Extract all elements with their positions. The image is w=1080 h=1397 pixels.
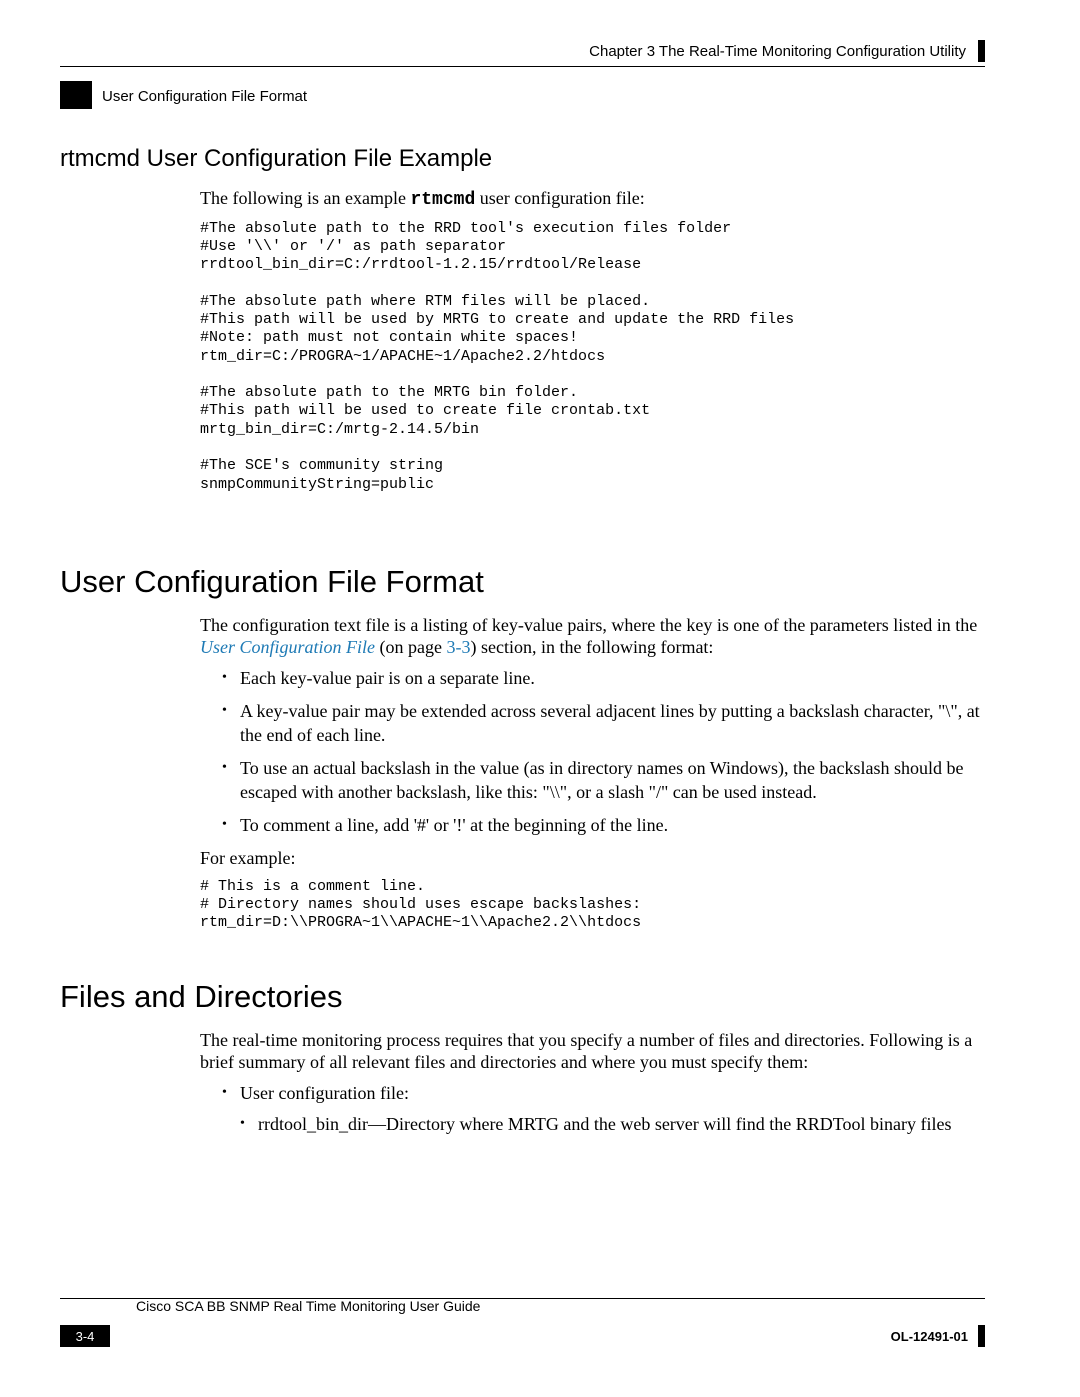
footer-page-box: 3-4 — [60, 1325, 110, 1347]
subheader-text: User Configuration File Format — [102, 86, 307, 105]
code-block-example2: # This is a comment line. # Directory na… — [200, 878, 985, 933]
intro-post: user configuration file: — [475, 188, 644, 208]
bullet-item: Each key-value pair is on a separate lin… — [222, 667, 985, 690]
footer-row: 3-4 OL-12491-01 — [60, 1325, 985, 1347]
code-block-example1: #The absolute path to the RRD tool's exe… — [200, 220, 985, 494]
footer-right: OL-12491-01 — [891, 1325, 985, 1347]
ucff-paragraph: The configuration text file is a listing… — [200, 614, 985, 659]
bullet-item: User configuration file: rrdtool_bin_dir… — [222, 1082, 985, 1137]
intro-paragraph: The following is an example rtmcmd user … — [200, 187, 985, 212]
heading-example: rtmcmd User Configuration File Example — [60, 145, 985, 173]
page-header: Chapter 3 The Real-Time Monitoring Confi… — [60, 40, 985, 67]
footer-bar-icon — [978, 1325, 985, 1347]
files-paragraph: The real-time monitoring process require… — [200, 1029, 985, 1074]
ucff-mid: (on page — [375, 637, 446, 657]
heading-files: Files and Directories — [60, 979, 985, 1015]
for-example: For example: — [200, 847, 985, 870]
ucff-post: ) section, in the following format: — [470, 637, 713, 657]
files-bullet1: User configuration file: — [240, 1083, 409, 1103]
subheader-box-icon — [60, 81, 92, 109]
bullets-format: Each key-value pair is on a separate lin… — [222, 667, 985, 837]
bullets-files: User configuration file: rrdtool_bin_dir… — [222, 1082, 985, 1137]
intro-code: rtmcmd — [410, 190, 475, 210]
bullet-item: To comment a line, add '#' or '!' at the… — [222, 814, 985, 837]
intro-pre: The following is an example — [200, 188, 410, 208]
nested-bullets: rrdtool_bin_dir—Directory where MRTG and… — [240, 1113, 985, 1136]
subheader: User Configuration File Format — [60, 81, 985, 109]
ucff-pre: The configuration text file is a listing… — [200, 615, 977, 635]
ucff-link[interactable]: User Configuration File — [200, 637, 375, 657]
bullet-item: A key-value pair may be extended across … — [222, 700, 985, 747]
ucff-pageref[interactable]: 3-3 — [446, 637, 470, 657]
header-bar-icon — [978, 40, 985, 62]
nested-bullet-item: rrdtool_bin_dir—Directory where MRTG and… — [240, 1113, 985, 1136]
footer-line: Cisco SCA BB SNMP Real Time Monitoring U… — [60, 1298, 985, 1315]
footer-docid: OL-12491-01 — [891, 1329, 968, 1344]
bullet-item: To use an actual backslash in the value … — [222, 757, 985, 804]
page-footer: Cisco SCA BB SNMP Real Time Monitoring U… — [60, 1298, 985, 1347]
footer-page: 3-4 — [76, 1329, 95, 1344]
footer-title: Cisco SCA BB SNMP Real Time Monitoring U… — [136, 1298, 480, 1314]
heading-ucff: User Configuration File Format — [60, 564, 985, 600]
header-chapter: Chapter 3 The Real-Time Monitoring Confi… — [589, 43, 966, 60]
